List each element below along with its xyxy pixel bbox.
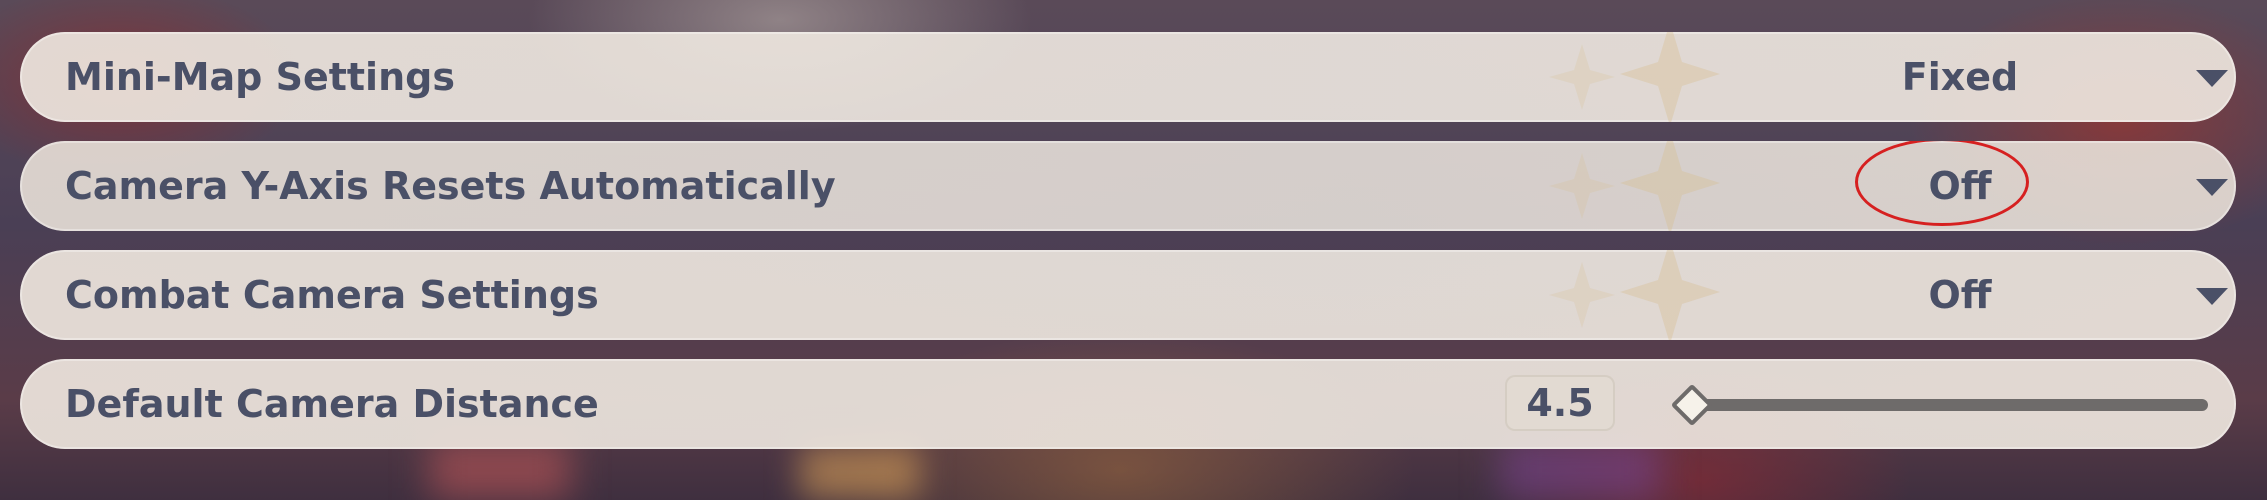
setting-label: Camera Y-Axis Resets Automatically [65,164,836,208]
dropdown-value[interactable]: Fixed [1810,32,2110,122]
setting-row-mini-map[interactable]: Mini-Map Settings Fixed [20,32,2236,122]
slider-track[interactable] [1680,399,2208,411]
sparkle-star-icon [1549,141,1720,231]
dropdown-value[interactable]: Off [1810,141,2110,231]
chevron-down-icon[interactable] [2196,288,2228,305]
chevron-down-icon[interactable] [2196,70,2228,87]
setting-row-combat-camera[interactable]: Combat Camera Settings Off [20,250,2236,340]
setting-row-camera-distance[interactable]: Default Camera Distance 4.5 [20,359,2236,449]
setting-label: Default Camera Distance [65,382,599,426]
settings-list: Mini-Map Settings Fixed Camera Y-Axis Re… [20,32,2236,468]
slider-thumb[interactable] [1670,383,1714,427]
sparkle-star-icon [1549,250,1720,340]
setting-label: Mini-Map Settings [65,55,455,99]
setting-label: Combat Camera Settings [65,273,599,317]
setting-row-camera-y-axis[interactable]: Camera Y-Axis Resets Automatically Off [20,141,2236,231]
sparkle-star-icon [1549,32,1720,122]
chevron-down-icon[interactable] [2196,179,2228,196]
slider-value-box: 4.5 [1505,375,1615,431]
dropdown-value[interactable]: Off [1810,250,2110,340]
